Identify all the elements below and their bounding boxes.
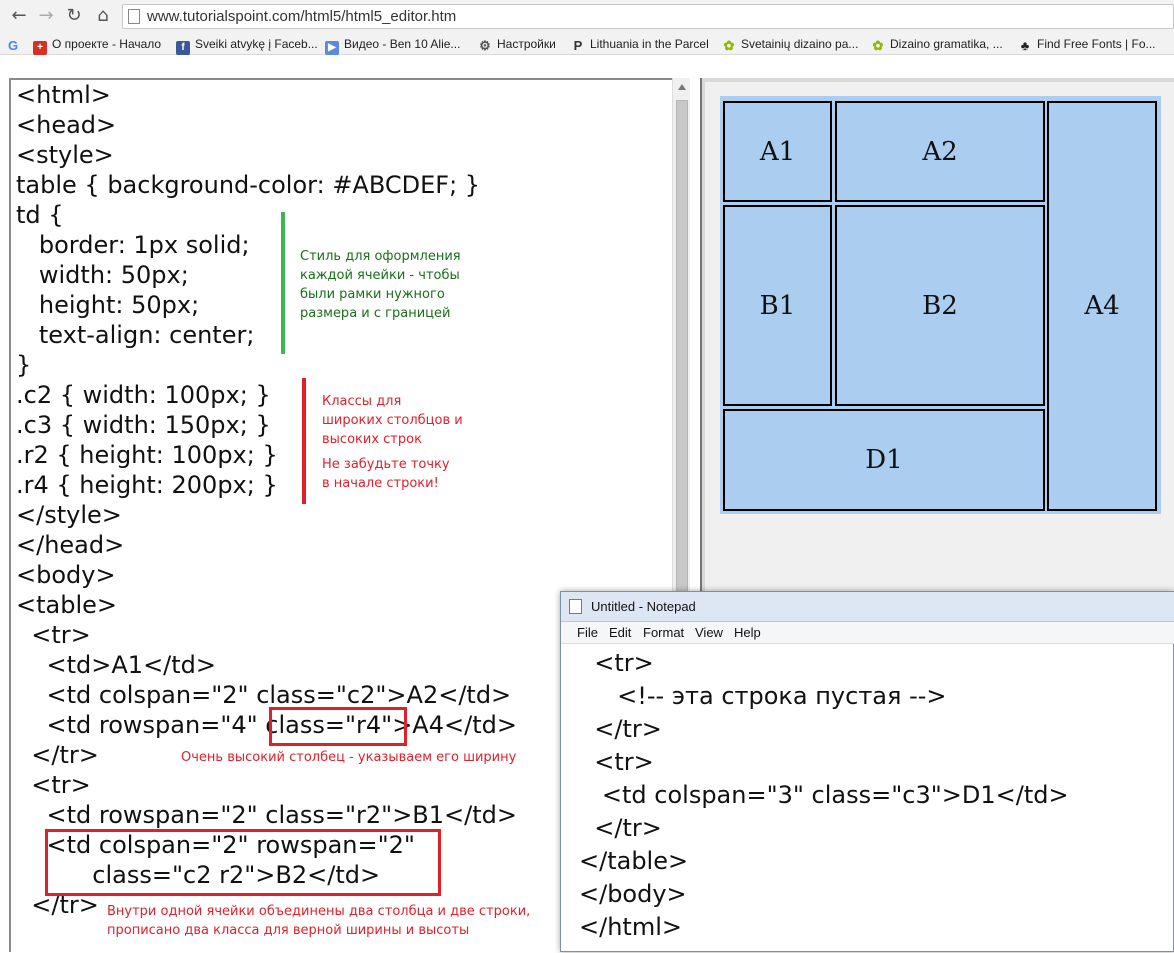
notepad-line: <!-- эта строка пустая --> (579, 682, 947, 710)
code-line[interactable]: <tr> (16, 620, 91, 650)
notepad-text-area[interactable]: <tr> <!-- эта строка пустая --> </tr> <t… (561, 645, 1174, 953)
cell-a1: A1 (723, 101, 832, 202)
notepad-line: </body> (579, 880, 687, 908)
code-line[interactable]: </style> (16, 500, 122, 530)
dot-warning-note: Не забудьте точку в начале строки! (322, 457, 450, 491)
cell-a4: A4 (1047, 101, 1157, 511)
home-icon[interactable]: ⌂ (92, 5, 114, 27)
cell-a2: A2 (835, 101, 1045, 202)
code-line[interactable]: <body> (16, 560, 116, 590)
calendar-icon: + (33, 41, 47, 55)
cell-d1: D1 (723, 409, 1045, 511)
bookmark-item[interactable]: ▶ Видео - Ben 10 Alie... (325, 36, 460, 55)
code-line[interactable]: border: 1px solid; (16, 230, 250, 260)
code-line[interactable]: <table> (16, 590, 117, 620)
notepad-window[interactable]: Untitled - Notepad File Edit Format View… (560, 591, 1174, 952)
notepad-line: </tr> (579, 814, 662, 842)
url-text: www.tutorialspoint.com/html5/html5_edito… (147, 8, 457, 25)
fonts-icon: ♣ (1020, 38, 1030, 53)
r4-highlight-box (269, 707, 407, 746)
code-line[interactable]: <td rowspan="2" class="r2">B1</td> (16, 800, 517, 830)
code-line[interactable]: <td>A1</td> (16, 650, 217, 680)
green-marker-bar (281, 212, 285, 354)
notepad-titlebar[interactable]: Untitled - Notepad (561, 592, 1174, 622)
cell-b1: B1 (723, 205, 832, 406)
notepad-line: </table> (579, 847, 689, 875)
code-line[interactable]: <style> (16, 140, 114, 170)
code-line[interactable]: <html> (16, 80, 111, 110)
menu-format[interactable]: Format (643, 625, 684, 640)
code-line[interactable]: width: 50px; (16, 260, 189, 290)
bookmark-item[interactable]: ⚙ Настройки (478, 36, 556, 53)
menu-view[interactable]: View (695, 625, 723, 640)
browser-toolbar: ← → ↻ ⌂ www.tutorialspoint.com/html5/htm… (0, 0, 1174, 33)
code-line[interactable]: </tr> (16, 740, 99, 770)
red-marker-bar (302, 378, 306, 504)
code-line[interactable]: .c2 { width: 100px; } (16, 380, 271, 410)
code-line[interactable]: } (16, 350, 31, 380)
merged-cell-note: Внутри одной ячейки объединены два столб… (107, 904, 531, 938)
video-icon: ▶ (325, 41, 339, 55)
menu-edit[interactable]: Edit (609, 625, 631, 640)
code-line[interactable]: <head> (16, 110, 116, 140)
reload-icon[interactable]: ↻ (63, 5, 85, 27)
code-line[interactable]: height: 50px; (16, 290, 199, 320)
page-icon (128, 9, 140, 24)
code-line[interactable]: table { background-color: #ABCDEF; } (16, 170, 480, 200)
swirl-icon: ✿ (723, 38, 735, 53)
code-line[interactable]: <tr> (16, 770, 91, 800)
code-line[interactable]: .r4 { height: 200px; } (16, 470, 278, 500)
code-line[interactable]: text-align: center; (16, 320, 255, 350)
bookmark-item[interactable]: ♣ Find Free Fonts | Fo... (1018, 36, 1156, 53)
code-line[interactable]: </head> (16, 530, 124, 560)
notepad-line: <td colspan="3" class="c3">D1</td> (579, 781, 1069, 809)
menu-help[interactable]: Help (734, 625, 761, 640)
bookmark-item[interactable]: + О проекте - Начало (33, 36, 161, 55)
notepad-icon (569, 599, 582, 614)
parcel-icon: P (573, 38, 583, 53)
notepad-line: <tr> (579, 748, 654, 776)
bookmark-item[interactable]: ✿ Svetainių dizaino pa... (722, 36, 859, 53)
td-style-note: Стиль для оформления каждой ячейки - что… (300, 249, 461, 321)
bookmark-item[interactable]: P Lithuania in the Parcel (571, 36, 709, 53)
bookmark-item[interactable]: f Sveiki atvykę į Faceb... (176, 36, 318, 55)
notepad-line: </tr> (579, 715, 662, 743)
notepad-line: <tr> (579, 649, 654, 677)
code-line[interactable]: td { (16, 200, 64, 230)
bookmarks-bar: G + О проекте - Начало f Sveiki atvykę į F… (0, 33, 1174, 55)
code-line[interactable]: .r2 { height: 100px; } (16, 440, 278, 470)
back-icon[interactable]: ← (8, 5, 30, 27)
gear-icon: ⚙ (479, 38, 491, 53)
cell-b2: B2 (835, 205, 1045, 406)
facebook-icon: f (176, 41, 190, 55)
google-apps-icon[interactable]: G (6, 36, 25, 53)
swirl-icon: ✿ (872, 38, 884, 53)
scroll-up-icon[interactable] (678, 84, 686, 90)
menu-file[interactable]: File (577, 625, 598, 640)
notepad-line: </html> (579, 913, 682, 941)
notepad-menubar: File Edit Format View Help (561, 622, 1174, 644)
bookmark-item[interactable]: ✿ Dizaino gramatika, ... (871, 36, 1003, 53)
notepad-title: Untitled - Notepad (591, 599, 696, 614)
address-bar[interactable]: www.tutorialspoint.com/html5/html5_edito… (122, 4, 1174, 29)
code-line[interactable]: <td rowspan="4" class="r4">A4</td> (16, 710, 517, 740)
code-line[interactable]: .c3 { width: 150px; } (16, 410, 271, 440)
tall-column-note: Очень высокий столбец - указываем его ши… (181, 750, 517, 765)
code-line[interactable]: <td colspan="2" class="c2">A2</td> (16, 680, 512, 710)
classes-note: Классы для широких столбцов и высоких ст… (322, 394, 463, 447)
b2-highlight-box (45, 829, 441, 896)
forward-icon[interactable]: → (35, 5, 57, 27)
